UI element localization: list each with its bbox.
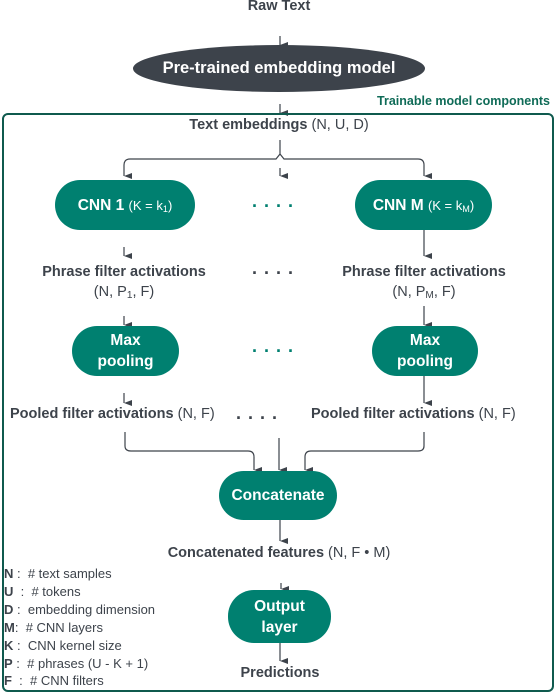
cnn-1-name: CNN 1 xyxy=(77,196,125,214)
cnn-ellipsis: .... xyxy=(252,191,301,211)
cnn-1-param: (K = k1) xyxy=(128,197,173,214)
cnn-1-node: CNN 1 (K = k1) xyxy=(55,180,195,230)
legend-item: F : # CNN filters xyxy=(4,673,104,689)
raw-text-label: Raw Text xyxy=(247,0,311,14)
output-layer-node: Output layer xyxy=(228,590,331,643)
legend-item: K : CNN kernel size xyxy=(4,637,122,653)
max-pooling-right-line2: pooling xyxy=(397,353,453,370)
phrase-activations-left-shape: (N, P1, F) xyxy=(93,284,155,301)
concatenate-node: Concatenate xyxy=(219,471,337,520)
phrase-activations-right-shape: (N, PM, F) xyxy=(392,284,456,301)
pooled-activations-right: Pooled filter activations (N, F) xyxy=(311,406,516,422)
text-embeddings-label: Text embeddings (N, U, D) xyxy=(0,117,558,133)
max-pooling-right-line1: Max xyxy=(409,332,441,349)
pooled-ellipsis: .... xyxy=(236,403,285,423)
concatenated-features-shape: (N, F • M) xyxy=(328,545,391,561)
pooled-activations-left-title: Pooled filter activations xyxy=(10,406,174,422)
cnn-m-param: (K = kM) xyxy=(427,197,475,214)
concatenated-features-title: Concatenated features xyxy=(167,545,325,561)
phrase-activations-left: Phrase filter activations (N, P1, F) xyxy=(24,262,224,302)
max-pooling-left-node: Max pooling xyxy=(72,326,179,376)
pool-ellipsis: .... xyxy=(252,336,301,356)
text-embeddings-shape: (N, U, D) xyxy=(311,117,369,133)
output-layer-line2: layer xyxy=(261,618,298,636)
phrase-activations-left-title: Phrase filter activations xyxy=(42,264,206,280)
pooled-activations-right-shape: (N, F) xyxy=(478,406,516,422)
concatenated-features-label: Concatenated features (N, F • M) xyxy=(0,545,558,561)
legend-item: U : # tokens xyxy=(4,583,81,599)
trainable-components-label: Trainable model components xyxy=(377,94,550,108)
legend-item: D : embedding dimension xyxy=(4,601,156,617)
output-layer-line1: Output xyxy=(254,597,305,615)
legend-item: N : # text samples xyxy=(4,566,112,581)
pooled-activations-left: Pooled filter activations (N, F) xyxy=(10,406,215,422)
pooled-activations-left-shape: (N, F) xyxy=(177,406,215,422)
pretrained-embedding-model-label: Pre-trained embedding model xyxy=(162,59,396,77)
phrase-activations-right-title: Phrase filter activations xyxy=(342,264,506,280)
legend-item: P : # phrases (U - K + 1) xyxy=(4,655,149,671)
max-pooling-left-line1: Max xyxy=(110,332,141,349)
pretrained-embedding-model-node: Pre-trained embedding model xyxy=(133,45,425,92)
concatenate-label: Concatenate xyxy=(231,487,325,504)
max-pooling-left-line2: pooling xyxy=(97,353,154,370)
pooled-activations-right-title: Pooled filter activations xyxy=(311,406,475,422)
max-pooling-right-node: Max pooling xyxy=(372,326,478,376)
cnn-m-name: CNN M xyxy=(372,196,424,214)
phrase-ellipsis: .... xyxy=(252,258,301,278)
cnn-m-node: CNN M (K = kM) xyxy=(355,180,492,230)
phrase-activations-right: Phrase filter activations (N, PM, F) xyxy=(324,262,524,302)
legend-item: M: # CNN layers xyxy=(4,619,103,635)
legend: N : # text samples U : # tokens D : embe… xyxy=(4,565,155,690)
text-embeddings-title: Text embeddings xyxy=(189,117,308,133)
